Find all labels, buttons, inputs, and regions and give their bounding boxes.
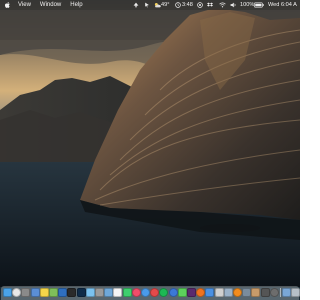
screenshot-icon[interactable] (223, 288, 233, 297)
launchpad-icon[interactable] (21, 288, 31, 297)
firefox-icon[interactable] (196, 288, 206, 297)
grid-icon[interactable] (242, 288, 252, 297)
battery-icon[interactable] (254, 1, 264, 9)
menu-bar-clock[interactable]: Wed 6:04 A (268, 0, 297, 10)
camera-icon[interactable] (260, 288, 270, 297)
menu-bar: View Window Help 49° 3:48 100% Wed 6:04 … (0, 0, 300, 10)
finder-alt-icon[interactable] (85, 288, 95, 297)
chat-icon[interactable] (122, 288, 132, 297)
photoshop-icon[interactable] (76, 288, 86, 297)
menu-bar-left: View Window Help (0, 0, 92, 10)
dock (1, 286, 300, 300)
photos-icon[interactable] (49, 288, 58, 297)
app-store-icon[interactable] (58, 288, 68, 297)
menu-item-window[interactable]: Window (40, 0, 61, 10)
music-icon[interactable] (131, 288, 141, 297)
mail-icon[interactable] (30, 288, 40, 297)
menu-item-view[interactable]: View (18, 0, 31, 10)
slack-icon[interactable] (187, 288, 196, 297)
chrome-icon[interactable] (12, 288, 22, 297)
safari-icon[interactable] (141, 288, 150, 297)
finder-icon[interactable] (3, 288, 12, 297)
apple-icon[interactable] (4, 2, 10, 8)
wifi-icon[interactable] (218, 1, 226, 9)
settings-icon[interactable] (95, 288, 104, 297)
preview-icon[interactable] (104, 288, 114, 297)
contacts-icon[interactable] (251, 288, 261, 297)
weather-icon[interactable] (153, 1, 161, 9)
volume-icon[interactable] (229, 1, 237, 9)
spotify-icon[interactable] (159, 288, 169, 297)
star-icon[interactable] (205, 288, 215, 297)
upload-icon[interactable] (132, 1, 140, 9)
dock-separator (279, 288, 281, 297)
help-icon[interactable] (269, 288, 279, 297)
blocked-icon[interactable] (150, 288, 160, 297)
cursor-icon[interactable] (143, 1, 151, 9)
messages-icon[interactable] (177, 288, 187, 297)
qr-icon[interactable] (214, 288, 224, 297)
desktop-wallpaper (0, 0, 300, 287)
dropbox-icon[interactable] (206, 1, 214, 9)
vlc-icon[interactable] (233, 288, 242, 297)
menu-item-help[interactable]: Help (70, 0, 82, 10)
timer-text[interactable]: 3:48 (182, 0, 193, 10)
battery-percent[interactable]: 100% (240, 0, 254, 10)
trash-icon[interactable] (291, 288, 300, 297)
globe-icon[interactable] (168, 288, 178, 297)
desktop: View Window Help 49° 3:48 100% Wed 6:04 … (0, 0, 300, 300)
timer-icon[interactable] (174, 1, 182, 9)
downloads-icon[interactable] (282, 288, 291, 297)
weather-temperature[interactable]: 49° (161, 0, 169, 10)
terminal-icon[interactable] (67, 288, 77, 297)
calendar-icon[interactable] (113, 288, 123, 297)
notes-icon[interactable] (39, 288, 49, 297)
record-icon[interactable] (196, 1, 204, 9)
